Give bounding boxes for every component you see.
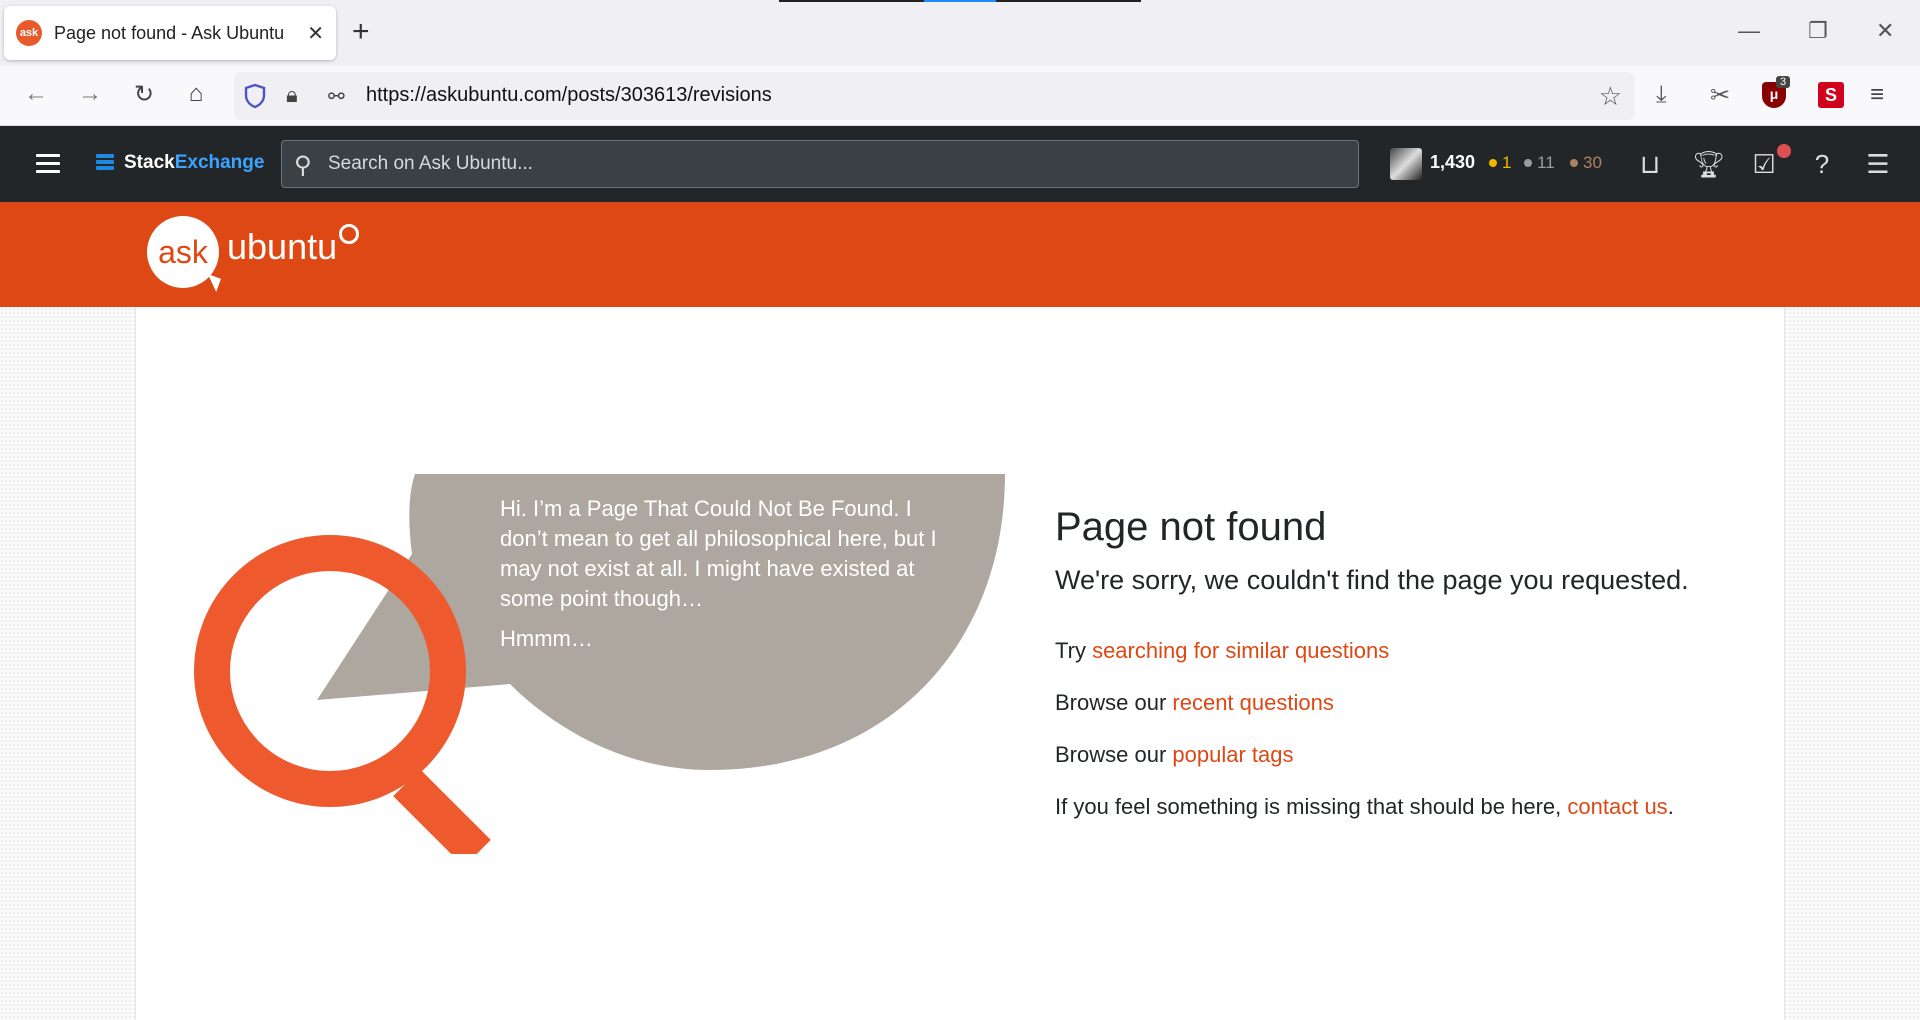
lock-icon[interactable]: 🔒︎ (286, 82, 298, 108)
new-tab-icon[interactable]: + (352, 14, 370, 50)
forward-arrow-icon[interactable]: → (74, 80, 106, 108)
try-search-line: Try searching for similar questions (1055, 638, 1389, 664)
tab-title: Page not found - Ask Ubuntu (54, 22, 285, 43)
search-similar-link[interactable]: searching for similar questions (1092, 638, 1389, 663)
missing-suffix: . (1667, 794, 1674, 819)
logo-ubuntu-text: ubuntu (227, 226, 338, 267)
contact-us-link[interactable]: contact us (1567, 794, 1667, 819)
popular-tags-link[interactable]: popular tags (1172, 742, 1293, 767)
downloads-icon[interactable]: ⤓ (1656, 81, 1667, 109)
logo-ask-text: ask (158, 233, 208, 270)
help-icon[interactable]: ? (1806, 148, 1838, 180)
page-subtitle: We're sorry, we couldn't find the page y… (1055, 565, 1689, 595)
logo-text-stack: Stack (124, 152, 175, 173)
magnifier-handle (393, 769, 491, 854)
achievements-trophy-icon[interactable]: 🏆︎ (1692, 148, 1725, 180)
stackexchange-topbar: StackExchange ⚲ 1,430 1 11 30 ⊔ 🏆︎ ☑ ? ☰ (0, 126, 1920, 202)
gold-badge-count[interactable]: 1 (1489, 153, 1511, 173)
url-text[interactable]: https://askubuntu.com/posts/303613/revis… (366, 84, 772, 107)
try-prefix: Try (1055, 638, 1093, 663)
reputation-count[interactable]: 1,430 (1430, 152, 1475, 173)
hamburger-menu-icon[interactable] (36, 154, 60, 178)
stackexchange-logo[interactable]: Stack Exchange (96, 152, 264, 174)
address-bar[interactable]: 🔒︎ ⚯ https://askubuntu.com/posts/303613/… (234, 72, 1634, 120)
browser-tab-strip: ask Page not found - Ask Ubuntu ✕ + — ❐ … (0, 0, 1920, 66)
speech-line-2: Hmmm… (500, 626, 593, 651)
browse-prefix-1: Browse our (1055, 690, 1173, 715)
permissions-icon[interactable]: ⚯ (328, 84, 345, 109)
window-drag-indicator (779, 0, 1141, 2)
site-switcher-icon[interactable]: ☰ (1862, 148, 1894, 180)
review-queue-icon[interactable]: ☑ (1748, 148, 1780, 180)
logo-text-exchange: Exchange (174, 152, 265, 173)
askubuntu-logo[interactable]: ask ubuntu (147, 216, 360, 288)
gold-badge-value: 1 (1502, 153, 1512, 172)
speech-line-1: Hi. I’m a Page That Could Not Be Found. … (500, 496, 937, 611)
bronze-badge-icon (1570, 159, 1578, 167)
close-window-icon[interactable]: ✕ (1876, 18, 1894, 44)
contact-us-line: If you feel something is missing that sh… (1055, 794, 1674, 820)
browse-prefix-2: Browse our (1055, 742, 1173, 767)
stackexchange-stack-icon (96, 154, 114, 172)
app-menu-icon[interactable]: ≡ (1870, 81, 1884, 109)
silver-badge-count[interactable]: 11 (1524, 153, 1555, 173)
silver-badge-icon (1524, 159, 1532, 167)
site-search-box[interactable]: ⚲ (281, 140, 1359, 188)
missing-prefix: If you feel something is missing that sh… (1055, 794, 1568, 819)
ask-bubble-logo: ask (147, 216, 219, 288)
recent-questions-link[interactable]: recent questions (1172, 690, 1333, 715)
popular-tags-line: Browse our popular tags (1055, 742, 1293, 768)
search-icon: ⚲ (294, 152, 312, 179)
minimize-window-icon[interactable]: — (1738, 18, 1760, 44)
review-notification-dot (1777, 144, 1791, 158)
askubuntu-header: ask ubuntu (0, 202, 1920, 307)
bronze-badge-value: 30 (1583, 153, 1602, 172)
inbox-icon[interactable]: ⊔ (1634, 148, 1666, 180)
silver-badge-value: 11 (1537, 153, 1555, 172)
bookmark-star-icon[interactable]: ☆ (1599, 81, 1622, 112)
reload-icon[interactable]: ↻ (128, 80, 160, 109)
home-icon[interactable]: ⌂ (180, 80, 212, 108)
recent-questions-line: Browse our recent questions (1055, 690, 1334, 716)
site-search-input[interactable] (328, 141, 1328, 187)
user-avatar[interactable] (1390, 148, 1422, 180)
browser-tab-active[interactable]: ask Page not found - Ask Ubuntu ✕ (4, 6, 336, 60)
restore-window-icon[interactable]: ❐ (1808, 18, 1828, 44)
close-tab-icon[interactable]: ✕ (307, 21, 324, 46)
browser-nav-bar: ← → ↻ ⌂ 🔒︎ ⚯ https://askubuntu.com/posts… (0, 66, 1920, 126)
askubuntu-favicon-icon: ask (16, 20, 42, 46)
tracking-protection-shield-icon[interactable] (244, 83, 266, 109)
gold-badge-icon (1489, 159, 1497, 167)
page-title: Page not found (1055, 505, 1327, 549)
bronze-badge-count[interactable]: 30 (1570, 153, 1602, 173)
screenshot-icon[interactable]: ✂ (1710, 81, 1730, 110)
ubuntu-circle-of-friends-icon (339, 224, 360, 244)
speech-bubble-text: Hi. I’m a Page That Could Not Be Found. … (500, 494, 960, 654)
ublock-count-badge: 3 (1776, 76, 1791, 88)
back-arrow-icon[interactable]: ← (20, 80, 52, 108)
extension-s-icon[interactable]: S (1818, 82, 1844, 108)
